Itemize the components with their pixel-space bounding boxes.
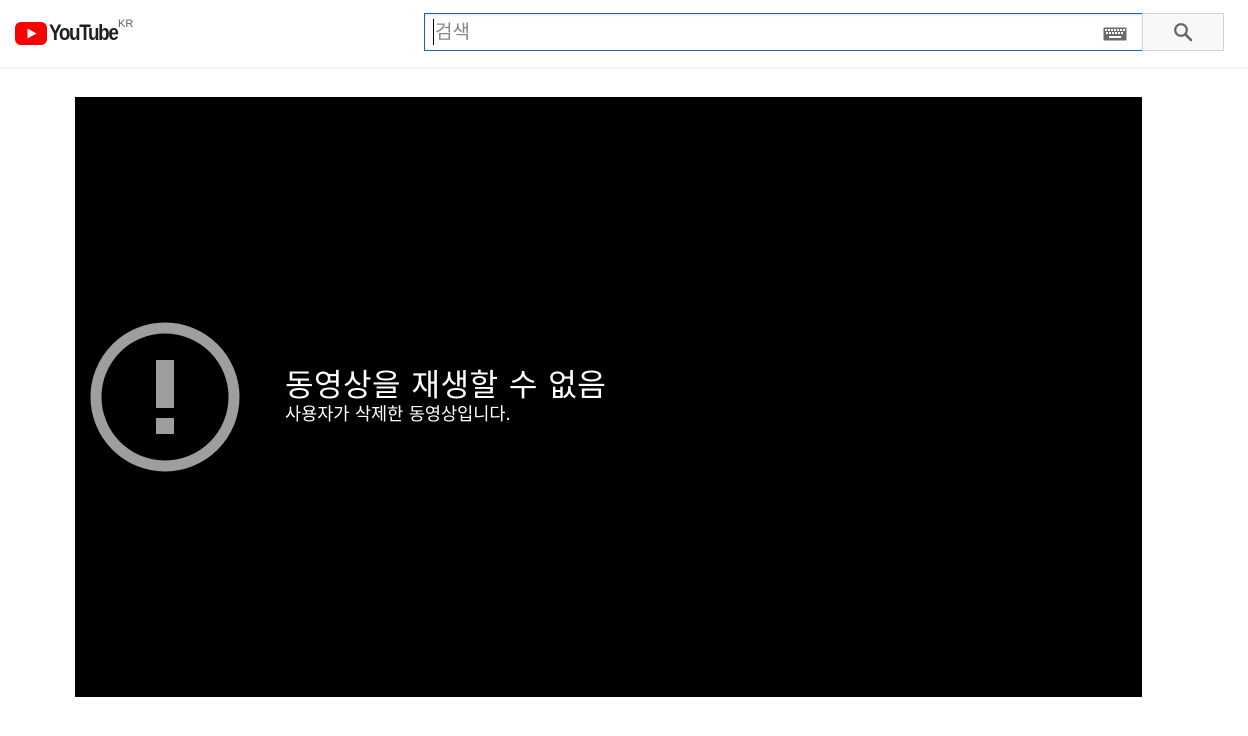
youtube-home-link[interactable]: YouTube — [15, 20, 129, 46]
keyboard-icon[interactable] — [1103, 27, 1127, 41]
search-icon — [1174, 23, 1193, 42]
masthead: YouTube KR — [0, 0, 1248, 68]
search-box[interactable] — [424, 13, 1143, 51]
youtube-logo-icon — [15, 21, 47, 45]
country-code: KR — [118, 18, 134, 30]
search-input[interactable] — [433, 19, 1085, 45]
error-subtitle: 사용자가 삭제한 동영상입니다. — [285, 405, 511, 425]
error-title: 동영상을 재생할 수 없음 — [285, 368, 607, 404]
search-button[interactable] — [1142, 13, 1224, 51]
alert-icon — [90, 322, 240, 472]
video-player[interactable]: 동영상을 재생할 수 없음 사용자가 삭제한 동영상입니다. — [75, 97, 1142, 697]
logo-text: YouTube — [49, 20, 119, 45]
